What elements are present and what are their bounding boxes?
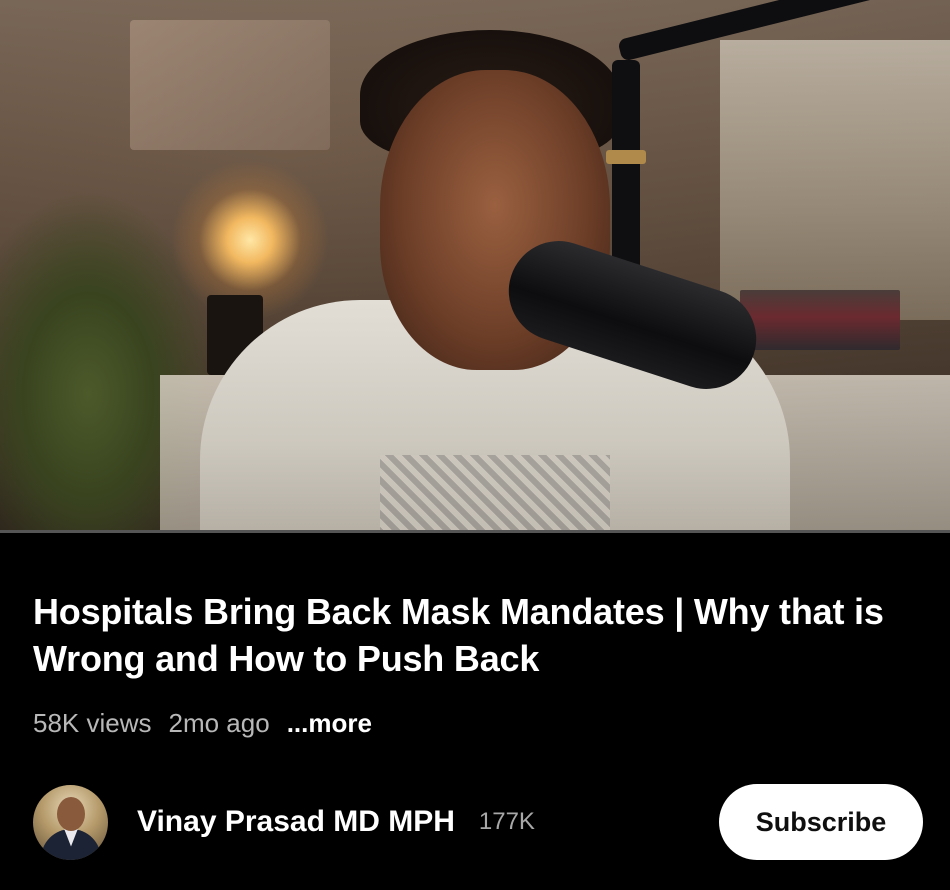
video-title[interactable]: Hospitals Bring Back Mask Mandates | Why… (33, 588, 913, 682)
wall-art (130, 20, 330, 150)
video-player[interactable] (0, 0, 950, 533)
channel-name[interactable]: Vinay Prasad MD MPH (137, 805, 455, 839)
upload-age: 2mo ago (168, 707, 270, 738)
view-count: 58K views (33, 707, 152, 738)
books (740, 290, 900, 350)
avatar[interactable] (33, 784, 108, 860)
mic-ring (606, 150, 646, 164)
background-window (720, 40, 950, 320)
video-meta: 58K views 2mo ago ...more (33, 705, 372, 741)
shirt-print (380, 455, 610, 533)
video-page: Hospitals Bring Back Mask Mandates | Why… (0, 0, 950, 890)
more-button[interactable]: ...more (287, 708, 372, 739)
channel-row: Vinay Prasad MD MPH 177K Subscribe (33, 782, 923, 862)
avatar-face (57, 796, 85, 831)
video-progress-bar[interactable] (0, 530, 950, 533)
subscribe-button[interactable]: Subscribe (719, 784, 923, 860)
subscriber-count: 177K (478, 808, 535, 835)
